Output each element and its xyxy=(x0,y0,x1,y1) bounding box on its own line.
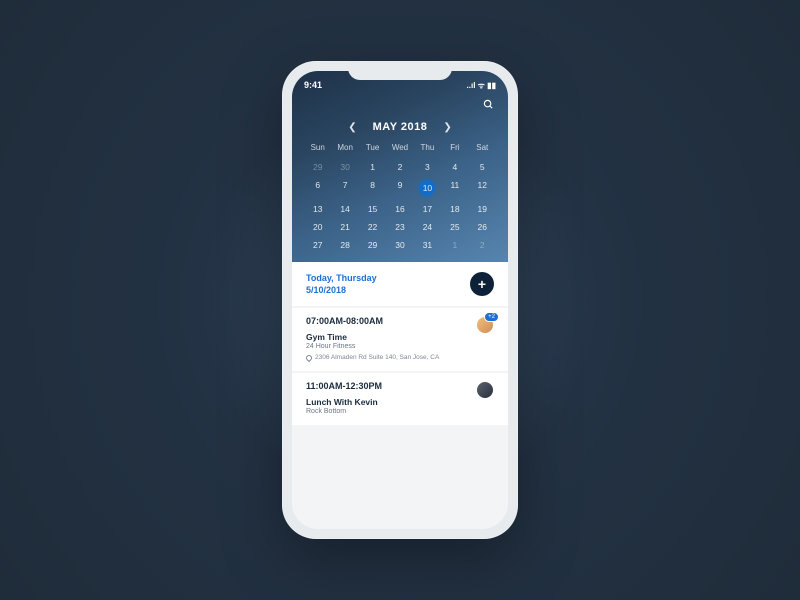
status-time: 9:41 xyxy=(304,80,322,90)
dow-label: Tue xyxy=(359,143,386,152)
day-cell[interactable]: 21 xyxy=(331,218,358,236)
day-cell[interactable]: 12 xyxy=(469,176,496,200)
search-icon[interactable] xyxy=(483,97,494,115)
today-header: Today, Thursday 5/10/2018 + xyxy=(292,262,508,306)
dow-label: Fri xyxy=(441,143,468,152)
today-date: 5/10/2018 xyxy=(306,284,377,296)
day-cell[interactable]: 13 xyxy=(304,200,331,218)
event-location: 2306 Almaden Rd Suite 140, San Jose, CA xyxy=(306,354,494,361)
event-subtitle: 24 Hour Fitness xyxy=(306,343,494,350)
day-cell[interactable]: 2 xyxy=(386,158,413,176)
calendar-header-section: 9:41 ..ıl ᯤ ▮▮ ❮ MAY 2018 ❯ SunMonTueWed… xyxy=(292,71,508,262)
day-cell[interactable]: 10 xyxy=(414,176,441,200)
event-title: Lunch With Kevin xyxy=(306,397,494,407)
notch xyxy=(348,61,452,80)
day-cell[interactable]: 27 xyxy=(304,236,331,254)
day-cell[interactable]: 1 xyxy=(441,236,468,254)
screen: 9:41 ..ıl ᯤ ▮▮ ❮ MAY 2018 ❯ SunMonTueWed… xyxy=(292,71,508,529)
day-cell[interactable]: 17 xyxy=(414,200,441,218)
day-cell[interactable]: 14 xyxy=(331,200,358,218)
month-navigator: ❮ MAY 2018 ❯ xyxy=(292,117,508,143)
dow-label: Sat xyxy=(469,143,496,152)
dow-label: Sun xyxy=(304,143,331,152)
event-title: Gym Time xyxy=(306,332,494,342)
prev-month-button[interactable]: ❮ xyxy=(348,122,356,133)
day-cell[interactable]: 29 xyxy=(304,158,331,176)
month-title: MAY 2018 xyxy=(373,121,428,133)
add-event-button[interactable]: + xyxy=(470,272,494,296)
day-cell[interactable]: 9 xyxy=(386,176,413,200)
day-cell[interactable]: 1 xyxy=(359,158,386,176)
avatar-count-badge: +2 xyxy=(484,312,499,322)
day-cell[interactable]: 30 xyxy=(386,236,413,254)
day-cell[interactable]: 6 xyxy=(304,176,331,200)
day-cell[interactable]: 2 xyxy=(469,236,496,254)
day-cell[interactable]: 16 xyxy=(386,200,413,218)
day-cell[interactable]: 29 xyxy=(359,236,386,254)
day-cell[interactable]: 8 xyxy=(359,176,386,200)
day-cell[interactable]: 19 xyxy=(469,200,496,218)
event-card[interactable]: 07:00AM-08:00AM+2 Gym Time24 Hour Fitness… xyxy=(292,308,508,371)
day-cell[interactable]: 23 xyxy=(386,218,413,236)
calendar-grid: SunMonTueWedThuFriSat 293012345678910111… xyxy=(292,143,508,254)
day-cell[interactable]: 11 xyxy=(441,176,468,200)
day-cell[interactable]: 24 xyxy=(414,218,441,236)
dow-label: Wed xyxy=(386,143,413,152)
day-cell[interactable]: 18 xyxy=(441,200,468,218)
phone-frame: 9:41 ..ıl ᯤ ▮▮ ❮ MAY 2018 ❯ SunMonTueWed… xyxy=(282,61,518,539)
event-time: 11:00AM-12:30PM xyxy=(306,381,494,391)
dow-label: Thu xyxy=(414,143,441,152)
event-time: 07:00AM-08:00AM xyxy=(306,316,494,326)
today-label: Today, Thursday xyxy=(306,272,377,284)
day-cell[interactable]: 4 xyxy=(441,158,468,176)
day-cell[interactable]: 31 xyxy=(414,236,441,254)
day-cell[interactable]: 5 xyxy=(469,158,496,176)
day-cell[interactable]: 22 xyxy=(359,218,386,236)
day-cell[interactable]: 7 xyxy=(331,176,358,200)
event-subtitle: Rock Bottom xyxy=(306,408,494,415)
next-month-button[interactable]: ❯ xyxy=(443,122,451,133)
day-cell[interactable]: 3 xyxy=(414,158,441,176)
events-section: Today, Thursday 5/10/2018 + 07:00AM-08:0… xyxy=(292,262,508,425)
day-cell[interactable]: 20 xyxy=(304,218,331,236)
day-cell[interactable]: 15 xyxy=(359,200,386,218)
day-cell[interactable]: 30 xyxy=(331,158,358,176)
event-card[interactable]: 11:00AM-12:30PM Lunch With KevinRock Bott… xyxy=(292,373,508,425)
location-pin-icon xyxy=(305,354,313,362)
dow-label: Mon xyxy=(331,143,358,152)
day-cell[interactable]: 28 xyxy=(331,236,358,254)
day-cell[interactable]: 26 xyxy=(469,218,496,236)
status-indicators: ..ıl ᯤ ▮▮ xyxy=(467,80,496,91)
day-cell[interactable]: 25 xyxy=(441,218,468,236)
